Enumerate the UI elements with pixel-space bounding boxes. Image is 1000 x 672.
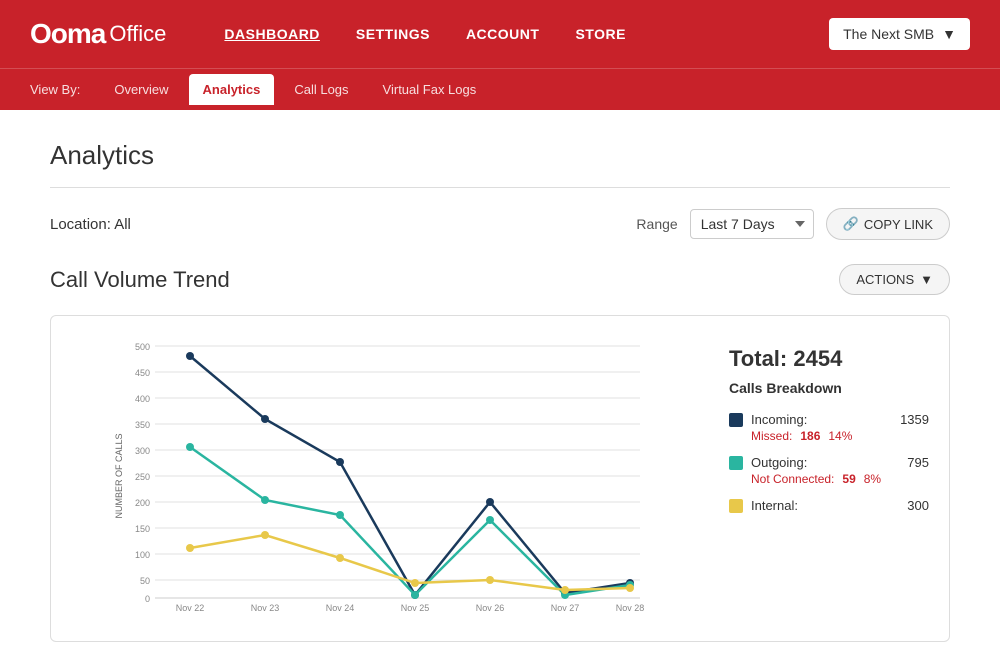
account-selector[interactable]: The Next SMB ▼	[829, 18, 970, 50]
range-label: Range	[636, 216, 677, 232]
missed-pct: 14%	[828, 429, 852, 443]
svg-text:50: 50	[140, 576, 150, 586]
internal-count: 300	[907, 498, 929, 513]
not-connected-count: 59	[842, 472, 855, 486]
breakdown-title: Calls Breakdown	[729, 380, 929, 396]
svg-text:Nov 22: Nov 22	[176, 603, 205, 613]
logo-office: Office	[109, 21, 166, 47]
missed-count: 186	[800, 429, 820, 443]
incoming-name: Incoming:	[751, 412, 892, 427]
logo: Ooma Office	[30, 18, 166, 50]
location-label: Location: All	[50, 216, 131, 233]
divider	[50, 187, 950, 188]
not-connected-name: Not Connected:	[751, 472, 834, 486]
chart-container: NUMBER OF CALLS 500 450 400 350	[50, 315, 950, 642]
main-nav: DASHBOARD SETTINGS ACCOUNT STORE	[206, 26, 829, 42]
svg-text:Nov 27: Nov 27	[551, 603, 580, 613]
svg-text:Nov 23: Nov 23	[251, 603, 280, 613]
missed-name: Missed:	[751, 429, 792, 443]
line-chart-svg: NUMBER OF CALLS 500 450 400 350	[71, 336, 709, 616]
chart-section: Call Volume Trend ACTIONS ▼ NUMBER OF CA…	[50, 264, 950, 642]
legend-item-outgoing: Outgoing: 795 Not Connected: 59 8%	[729, 455, 929, 486]
chart-header: Call Volume Trend ACTIONS ▼	[50, 264, 950, 295]
nav-account[interactable]: ACCOUNT	[466, 26, 540, 42]
range-select[interactable]: Last 7 Days Last 30 Days Last 90 Days Cu…	[690, 209, 814, 239]
chart-legend: Total: 2454 Calls Breakdown Incoming: 13…	[729, 336, 929, 621]
chart-title: Call Volume Trend	[50, 267, 230, 293]
incoming-swatch	[729, 413, 743, 427]
controls-right: Range Last 7 Days Last 30 Days Last 90 D…	[636, 208, 950, 240]
svg-text:Nov 26: Nov 26	[476, 603, 505, 613]
legend-item-internal: Internal: 300	[729, 498, 929, 513]
subnav: View By: Overview Analytics Call Logs Vi…	[0, 68, 1000, 110]
svg-text:500: 500	[135, 342, 150, 352]
chevron-down-icon: ▼	[920, 272, 933, 287]
outgoing-count: 795	[907, 455, 929, 470]
svg-text:Nov 24: Nov 24	[326, 603, 355, 613]
tab-call-logs[interactable]: Call Logs	[280, 74, 362, 105]
svg-text:200: 200	[135, 498, 150, 508]
svg-text:100: 100	[135, 550, 150, 560]
svg-text:450: 450	[135, 368, 150, 378]
tab-analytics[interactable]: Analytics	[189, 74, 275, 105]
internal-name: Internal:	[751, 498, 899, 513]
svg-text:NUMBER OF CALLS: NUMBER OF CALLS	[114, 433, 124, 518]
svg-text:150: 150	[135, 524, 150, 534]
page-title: Analytics	[50, 140, 950, 171]
subnav-label: View By:	[30, 82, 80, 97]
main-header: Ooma Office DASHBOARD SETTINGS ACCOUNT S…	[0, 0, 1000, 68]
svg-text:DAY: DAY	[391, 615, 409, 616]
actions-label: ACTIONS	[856, 272, 914, 287]
svg-text:350: 350	[135, 420, 150, 430]
main-content: Analytics Location: All Range Last 7 Day…	[0, 110, 1000, 672]
link-icon: 🔗	[843, 216, 859, 232]
copy-link-label: COPY LINK	[864, 217, 933, 232]
chart-area: NUMBER OF CALLS 500 450 400 350	[71, 336, 709, 621]
svg-text:0: 0	[145, 594, 150, 604]
legend-item-incoming: Incoming: 1359 Missed: 186 14%	[729, 412, 929, 443]
svg-text:250: 250	[135, 472, 150, 482]
actions-button[interactable]: ACTIONS ▼	[839, 264, 950, 295]
incoming-count: 1359	[900, 412, 929, 427]
nav-dashboard[interactable]: DASHBOARD	[224, 26, 320, 42]
controls-row: Location: All Range Last 7 Days Last 30 …	[50, 208, 950, 240]
chart-total: Total: 2454	[729, 346, 929, 372]
tab-overview[interactable]: Overview	[100, 74, 182, 105]
internal-swatch	[729, 499, 743, 513]
svg-text:Nov 28: Nov 28	[616, 603, 645, 613]
svg-text:Nov 25: Nov 25	[401, 603, 430, 613]
svg-text:300: 300	[135, 446, 150, 456]
outgoing-name: Outgoing:	[751, 455, 899, 470]
nav-settings[interactable]: SETTINGS	[356, 26, 430, 42]
nav-store[interactable]: STORE	[575, 26, 625, 42]
not-connected-pct: 8%	[864, 472, 881, 486]
tab-virtual-fax-logs[interactable]: Virtual Fax Logs	[369, 74, 491, 105]
svg-text:400: 400	[135, 394, 150, 404]
chevron-down-icon: ▼	[942, 26, 956, 42]
outgoing-swatch	[729, 456, 743, 470]
copy-link-button[interactable]: 🔗 COPY LINK	[826, 208, 950, 240]
logo-ooma: Ooma	[30, 18, 105, 50]
